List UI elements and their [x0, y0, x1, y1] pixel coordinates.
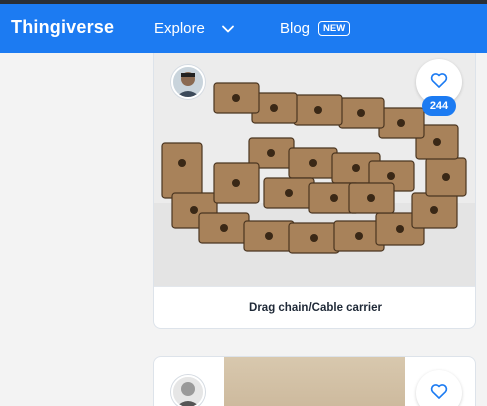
- like-button[interactable]: [416, 370, 462, 406]
- nav-blog-label: Blog: [280, 20, 311, 37]
- thingiverse-logo[interactable]: Thingiverse: [11, 17, 114, 38]
- new-badge: NEW: [318, 21, 351, 36]
- thing-thumbnail[interactable]: [224, 357, 405, 406]
- heart-outline-icon: [429, 70, 449, 95]
- like-count: 244: [422, 96, 456, 116]
- nav-explore-label: Explore: [154, 20, 205, 37]
- top-navbar: Thingiverse Explore Blog NEW: [0, 4, 487, 53]
- nav-explore[interactable]: Explore: [154, 20, 235, 37]
- creator-avatar[interactable]: [171, 65, 205, 99]
- chevron-down-icon: [221, 22, 235, 36]
- thing-card[interactable]: 244 Drag chain/Cable carrier: [153, 53, 476, 329]
- creator-avatar[interactable]: [171, 375, 205, 406]
- thing-title[interactable]: Drag chain/Cable carrier: [154, 286, 475, 328]
- thing-card[interactable]: [153, 356, 476, 406]
- heart-outline-icon: [429, 381, 449, 406]
- nav-blog[interactable]: Blog NEW: [280, 20, 351, 37]
